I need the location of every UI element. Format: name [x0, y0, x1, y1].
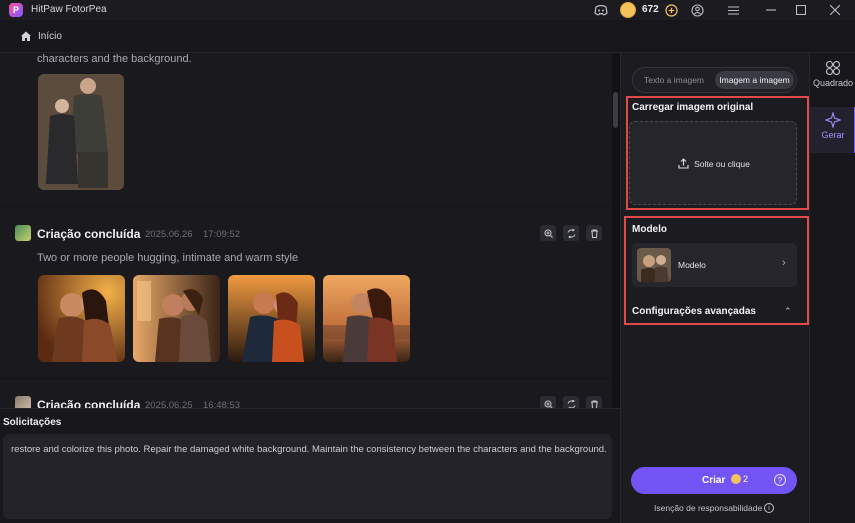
create-label: Criar	[702, 475, 726, 486]
home-icon[interactable]	[20, 30, 32, 42]
coin-icon	[731, 474, 741, 484]
title-bar: P HitPaw FotorPea 672	[0, 0, 855, 20]
card-prompt: Two or more people hugging, intimate and…	[37, 252, 299, 264]
upload-icon	[678, 158, 689, 169]
chevron-up-icon[interactable]: ⌃	[784, 306, 792, 317]
result-image[interactable]	[38, 74, 124, 190]
add-credits-icon[interactable]	[664, 2, 678, 18]
minimize-icon[interactable]	[764, 2, 778, 18]
creation-status-icon	[15, 225, 31, 241]
credit-count: 672	[642, 4, 659, 15]
tab-image-to-image[interactable]: Imagem a imagem	[715, 71, 794, 89]
card-title: Criação concluída	[37, 398, 141, 408]
result-image[interactable]	[38, 275, 125, 362]
upload-title: Carregar imagem original	[632, 102, 754, 113]
discord-icon[interactable]	[593, 2, 609, 18]
close-icon[interactable]	[828, 2, 842, 18]
sparkle-icon	[824, 111, 842, 129]
result-image[interactable]	[323, 275, 410, 362]
feed-scrollbar[interactable]	[613, 92, 618, 128]
creation-card: characters and the background.	[0, 53, 612, 206]
model-title: Modelo	[632, 224, 667, 235]
breadcrumb: Início	[0, 20, 855, 53]
upload-prompt: Solte ou clique	[694, 158, 750, 169]
creation-card: Criação concluída 2025.06.25 16:48:53	[0, 379, 612, 408]
prompt-textarea[interactable]: restore and colorize this photo. Repair …	[3, 434, 612, 519]
card-time: 16:48:53	[203, 400, 240, 408]
maximize-icon[interactable]	[794, 2, 808, 18]
nav-label: Gerar	[821, 130, 845, 140]
nav-item-quadrado[interactable]: Quadrado	[810, 57, 855, 103]
app-logo-icon: P	[9, 3, 23, 17]
coin-icon	[620, 2, 636, 18]
card-date: 2025.06.25	[145, 400, 193, 408]
app-window: P HitPaw FotorPea 672 Início characters …	[0, 0, 855, 523]
zoom-in-icon[interactable]	[540, 225, 556, 241]
create-button[interactable]: Criar 2 ?	[631, 467, 797, 494]
help-icon[interactable]: ?	[774, 474, 786, 486]
delete-icon[interactable]	[586, 396, 602, 408]
disclaimer-link[interactable]: Isenção de responsabilidade	[654, 503, 762, 513]
app-title: HitPaw FotorPea	[31, 4, 107, 15]
prompt-label: Solicitações	[3, 417, 62, 428]
tab-text-to-image[interactable]: Texto a imagem	[637, 71, 711, 89]
creation-status-icon	[15, 396, 31, 408]
model-selector[interactable]: Modelo ›	[632, 243, 797, 287]
card-date: 2025.06.26	[145, 229, 193, 240]
breadcrumb-home[interactable]: Início	[38, 31, 62, 42]
grid-icon	[825, 60, 841, 76]
regenerate-icon[interactable]	[563, 396, 579, 408]
card-time: 17:09:52	[203, 229, 240, 240]
regenerate-icon[interactable]	[563, 225, 579, 241]
card-prompt: characters and the background.	[37, 53, 192, 65]
upload-dropzone[interactable]: Solte ou clique	[629, 121, 797, 205]
account-icon[interactable]	[690, 2, 704, 18]
menu-icon[interactable]	[726, 2, 740, 18]
advanced-settings-toggle[interactable]: Configurações avançadas	[632, 306, 756, 317]
chevron-right-icon: ›	[782, 257, 786, 269]
side-nav: Quadrado Gerar	[809, 53, 855, 523]
result-image[interactable]	[133, 275, 220, 362]
prompt-text: restore and colorize this photo. Repair …	[11, 444, 607, 455]
create-cost: 2	[731, 474, 748, 484]
prompt-panel: Solicitações restore and colorize this p…	[0, 408, 620, 523]
nav-label: Quadrado	[812, 78, 854, 88]
card-title: Criação concluída	[37, 227, 141, 241]
creation-feed: characters and the background. Criação c…	[0, 53, 612, 408]
zoom-in-icon[interactable]	[540, 396, 556, 408]
result-image[interactable]	[228, 275, 315, 362]
nav-item-gerar[interactable]: Gerar	[810, 107, 855, 153]
model-thumbnail	[637, 248, 671, 282]
delete-icon[interactable]	[586, 225, 602, 241]
creation-card: Criação concluída 2025.06.26 17:09:52 Tw…	[0, 207, 612, 378]
mode-tabs: Texto a imagem Imagem a imagem	[632, 67, 797, 93]
model-name: Modelo	[678, 260, 706, 270]
info-icon[interactable]: i	[764, 503, 774, 513]
